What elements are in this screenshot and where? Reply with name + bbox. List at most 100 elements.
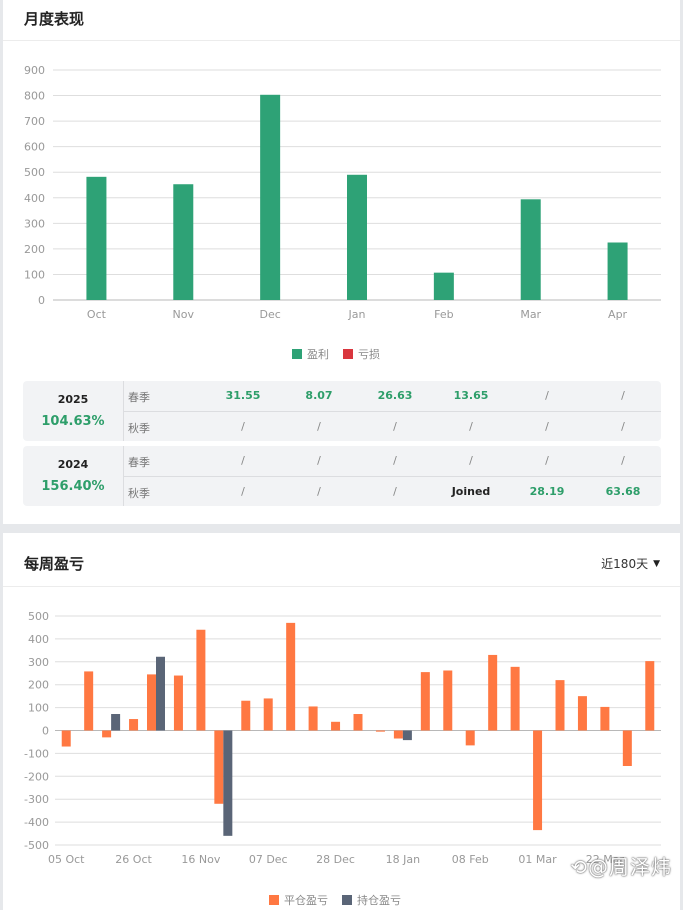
- bar: [173, 184, 194, 300]
- season-cell: 13.65: [453, 389, 489, 402]
- legend-label-profit: 盈利: [307, 348, 329, 361]
- bar-open: [111, 714, 121, 731]
- bar-closed: [196, 629, 206, 731]
- season-cell: /: [545, 389, 549, 402]
- y-tick-label: 700: [24, 115, 45, 128]
- season-cell: /: [317, 485, 321, 498]
- y-tick-label: 100: [28, 702, 49, 715]
- y-tick-label: 100: [24, 268, 45, 281]
- bar: [607, 242, 628, 300]
- x-tick-label: 28 Dec: [316, 853, 355, 866]
- bar: [86, 176, 107, 300]
- y-tick-label: 300: [28, 656, 49, 669]
- bar-closed: [173, 675, 183, 731]
- season-row-spring: 春季 31.55 8.07 26.63 13.65 / /: [124, 381, 661, 412]
- bar-closed: [286, 622, 296, 731]
- legend-item-loss[interactable]: 亏损: [343, 346, 380, 362]
- weibo-logo-icon: ⟲: [570, 855, 588, 879]
- bar-closed: [129, 719, 139, 731]
- season-cell: /: [317, 454, 321, 467]
- bar-closed: [102, 730, 112, 738]
- bar-closed: [645, 661, 655, 731]
- y-tick-label: 0: [38, 294, 45, 307]
- season-row-autumn: 秋季 / / / Joined 28.19 63.68: [124, 477, 661, 507]
- bar-closed: [214, 730, 224, 804]
- range-value: 近180天: [601, 557, 649, 571]
- bar-closed: [147, 674, 156, 731]
- bar-closed: [555, 680, 565, 731]
- monthly-legend: 盈利 亏损: [292, 346, 394, 362]
- x-tick-label: 05 Oct: [48, 853, 85, 866]
- weekly-title: 每周盈亏: [24, 555, 85, 573]
- bar-closed: [622, 730, 632, 766]
- bar-open: [156, 656, 165, 731]
- bar: [520, 199, 541, 300]
- season-cell: /: [241, 420, 245, 433]
- bar-closed: [533, 730, 543, 831]
- bar-closed: [420, 672, 430, 731]
- y-tick-label: 600: [24, 141, 45, 154]
- x-tick-label: 07 Dec: [249, 853, 288, 866]
- season-cell: Joined: [451, 485, 491, 498]
- year-label: 2025: [57, 393, 89, 406]
- y-tick-label: -300: [24, 793, 49, 806]
- year-label: 2024: [57, 458, 89, 471]
- bar-closed: [577, 696, 587, 731]
- season-cell: 28.19: [529, 485, 565, 498]
- season-cell: /: [241, 485, 245, 498]
- season-cell: /: [545, 420, 549, 433]
- weekly-pnl-card: 每周盈亏 近180天 ▼ -500 -400 -300 -200 -100 0 100 200…: [3, 533, 680, 910]
- y-tick-label: 0: [42, 725, 49, 738]
- weekly-bar-chart: -500 -400 -300 -200 -100 0 100 200 300 400 500 05 O…: [24, 610, 661, 866]
- season-cell: /: [545, 454, 549, 467]
- legend-swatch-open: [342, 895, 352, 905]
- year-block-2025: 2025 104.63% 春季 31.55 8.07 26.63 13.65 /…: [23, 381, 661, 441]
- season-cell: /: [393, 420, 397, 433]
- season-cell: 26.63: [377, 389, 413, 402]
- x-tick-label: Apr: [608, 308, 628, 321]
- season-cell: 31.55: [225, 389, 261, 402]
- range-dropdown[interactable]: 近180天 ▼: [601, 555, 660, 572]
- legend-item-profit[interactable]: 盈利: [292, 346, 329, 362]
- bar-closed: [375, 730, 385, 732]
- x-tick-label: 08 Feb: [452, 853, 489, 866]
- weekly-legend: 平仓盈亏 持仓盈亏: [269, 892, 415, 908]
- legend-swatch-closed: [269, 895, 279, 905]
- season-cell: /: [621, 420, 625, 433]
- monthly-performance-card: 月度表现 0 100 200 300 400 500 600 700 800 900 Oct Nov D…: [3, 0, 680, 524]
- x-tick-label: Jan: [348, 308, 366, 321]
- legend-swatch-loss: [343, 349, 353, 359]
- bar-closed: [488, 654, 498, 731]
- season-row-autumn: 秋季 / / / / / /: [124, 412, 661, 442]
- season-cell: /: [317, 420, 321, 433]
- year-block-2024: 2024 156.40% 春季 / / / / / / 秋季 / / / Joi…: [23, 446, 661, 506]
- monthly-title: 月度表现: [24, 10, 85, 28]
- y-tick-label: -500: [24, 839, 49, 852]
- y-tick-label: 500: [28, 610, 49, 623]
- y-tick-label: 200: [24, 243, 45, 256]
- caret-down-icon: ▼: [653, 558, 660, 569]
- x-tick-label: Mar: [520, 308, 541, 321]
- y-tick-label: -400: [24, 816, 49, 829]
- bar: [260, 94, 281, 301]
- legend-item-closed[interactable]: 平仓盈亏: [269, 892, 328, 908]
- bar-closed: [61, 730, 71, 747]
- season-cell: /: [469, 420, 473, 433]
- x-tick-label: Oct: [87, 308, 107, 321]
- season-cell: /: [621, 389, 625, 402]
- bar: [347, 174, 367, 300]
- legend-swatch-profit: [292, 349, 302, 359]
- bar-closed: [443, 670, 453, 731]
- year-return: 156.40%: [41, 479, 105, 494]
- bar-closed: [84, 671, 94, 731]
- legend-item-open[interactable]: 持仓盈亏: [342, 892, 401, 908]
- bar-closed: [241, 700, 251, 731]
- season-label: 春季: [128, 456, 150, 469]
- x-tick-label: 01 Mar: [518, 853, 557, 866]
- season-cell: 63.68: [605, 485, 641, 498]
- season-cell: /: [469, 454, 473, 467]
- x-tick-label: 16 Nov: [181, 853, 220, 866]
- bar-closed: [308, 706, 318, 731]
- watermark: ⟲@周泽炜: [570, 851, 672, 880]
- season-cell: /: [393, 485, 397, 498]
